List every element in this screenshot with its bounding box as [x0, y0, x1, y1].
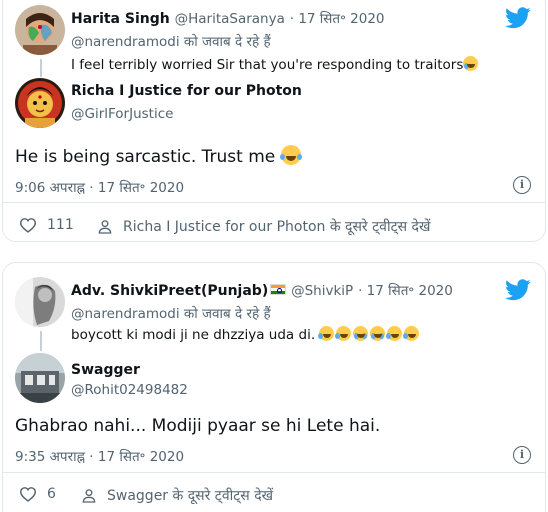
like-button[interactable]: 111 — [19, 217, 74, 233]
reply-author-name[interactable]: Swagger — [71, 362, 140, 378]
parent-date[interactable]: · 17 सित॰ 2020 — [290, 11, 385, 27]
parent-tweet-text-content: boycott ki modi ji ne dhzziya uda di. — [71, 327, 316, 343]
crying-laughing-emoji-icon — [403, 326, 420, 341]
thread-line — [40, 59, 42, 77]
more-tweets-label: Swagger के दूसरे ट्वीट्स देखें — [107, 488, 274, 504]
parent-author-handle[interactable]: @HaritaSaranya — [175, 11, 285, 27]
twitter-bird-icon[interactable] — [505, 7, 531, 29]
avatar-richa[interactable] — [15, 78, 65, 128]
avatar-swagger[interactable] — [15, 353, 65, 403]
parent-author-name[interactable]: Adv. ShivkiPreet(Punjab) — [71, 283, 268, 299]
embedded-tweet-card-2[interactable]: Adv. ShivkiPreet(Punjab) @ShivkiP · 17 स… — [2, 262, 546, 512]
like-button[interactable]: 6 — [19, 486, 56, 502]
person-icon — [98, 219, 112, 234]
reply-author-name[interactable]: Richa I Justice for our Photon — [71, 83, 302, 99]
india-flag-icon — [270, 284, 287, 295]
like-count: 6 — [47, 486, 56, 502]
avatar-shivkipreet[interactable] — [15, 277, 65, 327]
heart-icon — [19, 487, 37, 502]
parent-author-name[interactable]: Harita Singh — [71, 11, 170, 27]
replying-to[interactable]: @narendramodi को जवाब दे रहे हैं — [71, 304, 271, 322]
more-tweets-link[interactable]: Richa I Justice for our Photon के दूसरे … — [97, 217, 430, 236]
info-icon[interactable]: i — [513, 176, 531, 194]
reply-tweet-text: He is being sarcastic. Trust me — [15, 145, 303, 167]
parent-author[interactable]: Adv. ShivkiPreet(Punjab) @ShivkiP · 17 स… — [71, 281, 453, 299]
loudly-crying-emoji-icon — [370, 326, 386, 341]
parent-author-handle[interactable]: @ShivkiP — [291, 283, 353, 299]
crying-laughing-emoji-icon — [279, 145, 302, 165]
thread-line — [40, 331, 42, 351]
crying-laughing-emoji-icon — [318, 326, 335, 341]
parent-tweet-text: boycott ki modi ji ne dhzziya uda di. — [71, 326, 421, 343]
crying-face-emoji-icon — [463, 56, 479, 71]
parent-date[interactable]: · 17 सित॰ 2020 — [358, 283, 453, 299]
crying-laughing-emoji-icon — [386, 326, 403, 341]
avatar-harita[interactable] — [15, 5, 65, 55]
reply-author-handle[interactable]: @GirlForJustice — [71, 106, 173, 122]
more-tweets-link[interactable]: Swagger के दूसरे ट्वीट्स देखें — [81, 486, 273, 505]
divider — [3, 202, 545, 203]
replying-to[interactable]: @narendramodi को जवाब दे रहे हैं — [71, 32, 271, 50]
divider — [3, 472, 545, 473]
parent-tweet-text: I feel terribly worried Sir that you're … — [71, 56, 480, 73]
crying-laughing-emoji-icon — [335, 326, 352, 341]
reply-timestamp[interactable]: 9:06 अपराह्न · 17 सित॰ 2020 — [15, 178, 184, 196]
more-tweets-label: Richa I Justice for our Photon के दूसरे … — [123, 219, 431, 235]
reply-tweet-text: Ghabrao nahi... Modiji pyaar se hi Lete … — [15, 416, 381, 436]
parent-author[interactable]: Harita Singh @HaritaSaranya · 17 सित॰ 20… — [71, 9, 385, 27]
reply-tweet-text-content: He is being sarcastic. Trust me — [15, 147, 276, 167]
loudly-crying-emoji-icon — [353, 326, 369, 341]
person-icon — [82, 488, 96, 503]
embedded-tweet-card-1[interactable]: Harita Singh @HaritaSaranya · 17 सित॰ 20… — [2, 0, 546, 242]
reply-timestamp[interactable]: 9:35 अपराह्न · 17 सित॰ 2020 — [15, 447, 184, 465]
parent-tweet-text-content: I feel terribly worried Sir that you're … — [71, 57, 464, 73]
reply-author-handle[interactable]: @Rohit02498482 — [71, 382, 188, 398]
like-count: 111 — [47, 217, 74, 233]
twitter-bird-icon[interactable] — [505, 279, 531, 301]
heart-icon — [19, 218, 37, 233]
info-icon[interactable]: i — [513, 446, 531, 464]
